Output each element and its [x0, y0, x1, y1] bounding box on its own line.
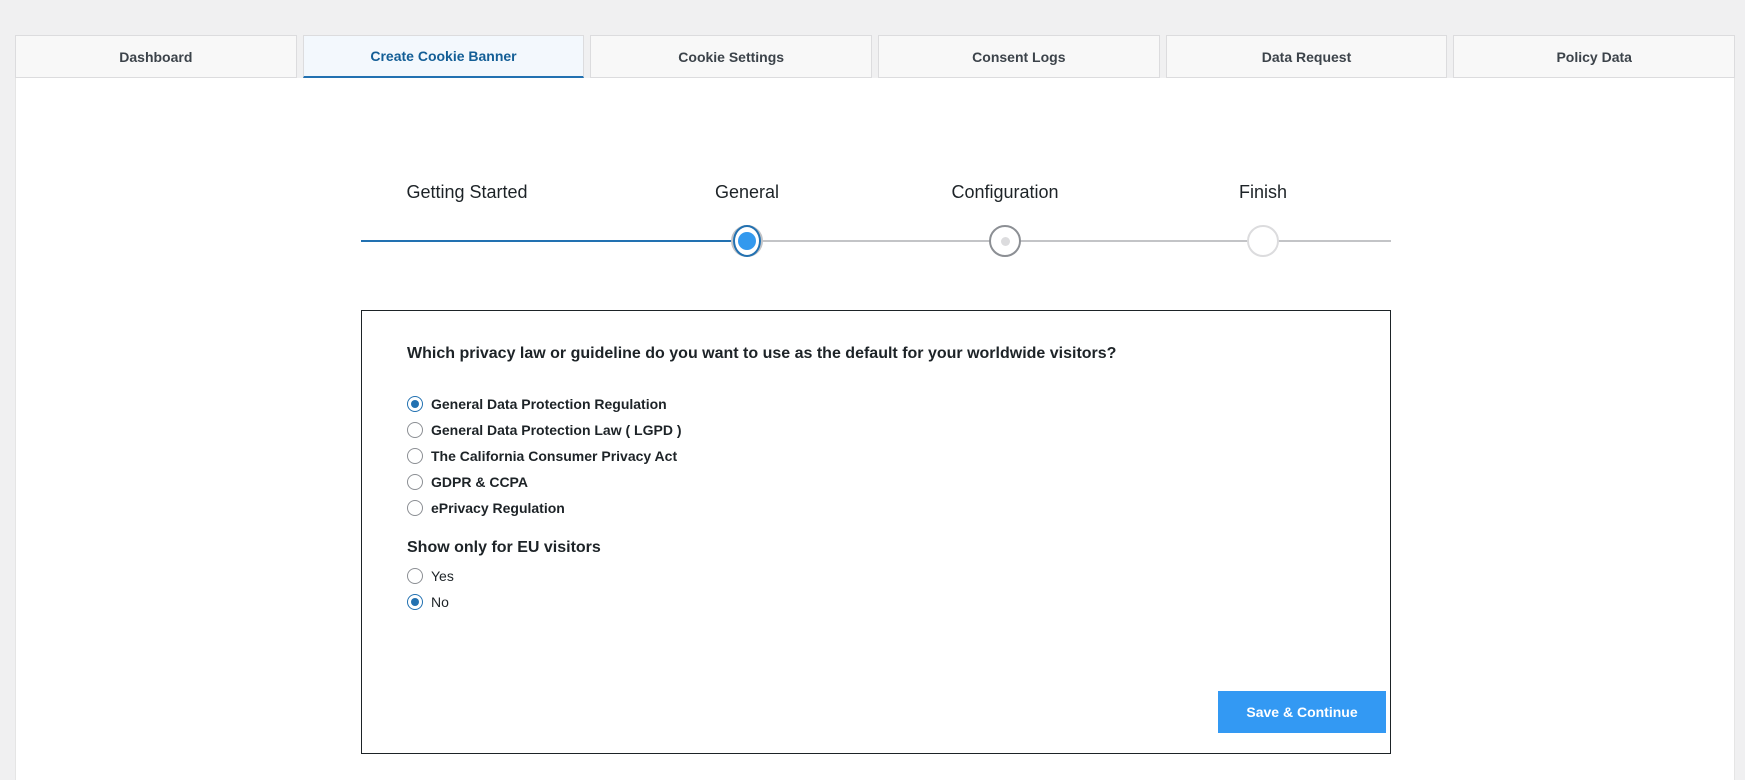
- radio-button[interactable]: [407, 500, 423, 516]
- step-current-dot: [738, 232, 756, 250]
- radio-button[interactable]: [407, 448, 423, 464]
- radio-label: General Data Protection Regulation: [431, 396, 667, 412]
- stepper-track-remaining: [747, 240, 1391, 242]
- tab-policy-data[interactable]: Policy Data: [1453, 35, 1736, 78]
- radio-label: No: [431, 594, 449, 610]
- step-label-finish: Finish: [1238, 182, 1287, 202]
- save-continue-button[interactable]: Save & Continue: [1218, 691, 1386, 733]
- radio-button[interactable]: [407, 594, 423, 610]
- radio-button[interactable]: [407, 422, 423, 438]
- step-label-getting-started: Getting Started: [406, 182, 528, 202]
- step-label-general: General: [714, 182, 780, 202]
- tab-consent-logs[interactable]: Consent Logs: [878, 35, 1160, 78]
- step-indicator-general[interactable]: [731, 225, 763, 257]
- step-next-dot: [1000, 236, 1010, 246]
- radio-label: GDPR & CCPA: [431, 474, 528, 490]
- privacy-law-question: Which privacy law or guideline do you wa…: [407, 345, 1117, 362]
- settings-card: Which privacy law or guideline do you wa…: [361, 310, 1391, 754]
- law-option-gdpr[interactable]: General Data Protection Regulation: [407, 391, 682, 417]
- radio-label: The California Consumer Privacy Act: [431, 448, 678, 464]
- eu-option-no[interactable]: No: [407, 589, 454, 615]
- law-option-ccpa[interactable]: The California Consumer Privacy Act: [407, 443, 682, 469]
- tab-dashboard[interactable]: Dashboard: [15, 35, 297, 78]
- main-panel: Getting Started General Configuration Fi…: [15, 78, 1735, 780]
- eu-visitors-options: Yes No: [407, 563, 454, 615]
- law-option-gdpr-ccpa[interactable]: GDPR & CCPA: [407, 469, 682, 495]
- tab-cookie-settings[interactable]: Cookie Settings: [590, 35, 873, 78]
- tab-create-cookie-banner[interactable]: Create Cookie Banner: [302, 35, 585, 78]
- radio-label: ePrivacy Regulation: [431, 500, 565, 516]
- radio-button[interactable]: [407, 568, 423, 584]
- step-label-configuration: Configuration: [951, 182, 1059, 202]
- eu-visitors-title: Show only for EU visitors: [407, 539, 601, 556]
- law-option-lgpd[interactable]: General Data Protection Law ( LGPD ): [407, 417, 682, 443]
- step-indicator-configuration[interactable]: [989, 225, 1021, 257]
- radio-button[interactable]: [407, 396, 423, 412]
- tab-bar: Dashboard Create Cookie Banner Cookie Se…: [15, 35, 1736, 78]
- step-indicator-finish[interactable]: [1247, 225, 1279, 257]
- law-option-eprivacy[interactable]: ePrivacy Regulation: [407, 495, 682, 521]
- privacy-law-options: General Data Protection Regulation Gener…: [407, 391, 682, 521]
- eu-option-yes[interactable]: Yes: [407, 563, 454, 589]
- radio-label: General Data Protection Law ( LGPD ): [431, 422, 682, 438]
- tab-data-request[interactable]: Data Request: [1165, 35, 1448, 78]
- radio-button[interactable]: [407, 474, 423, 490]
- radio-label: Yes: [431, 568, 454, 584]
- stepper-track-completed: [361, 240, 747, 242]
